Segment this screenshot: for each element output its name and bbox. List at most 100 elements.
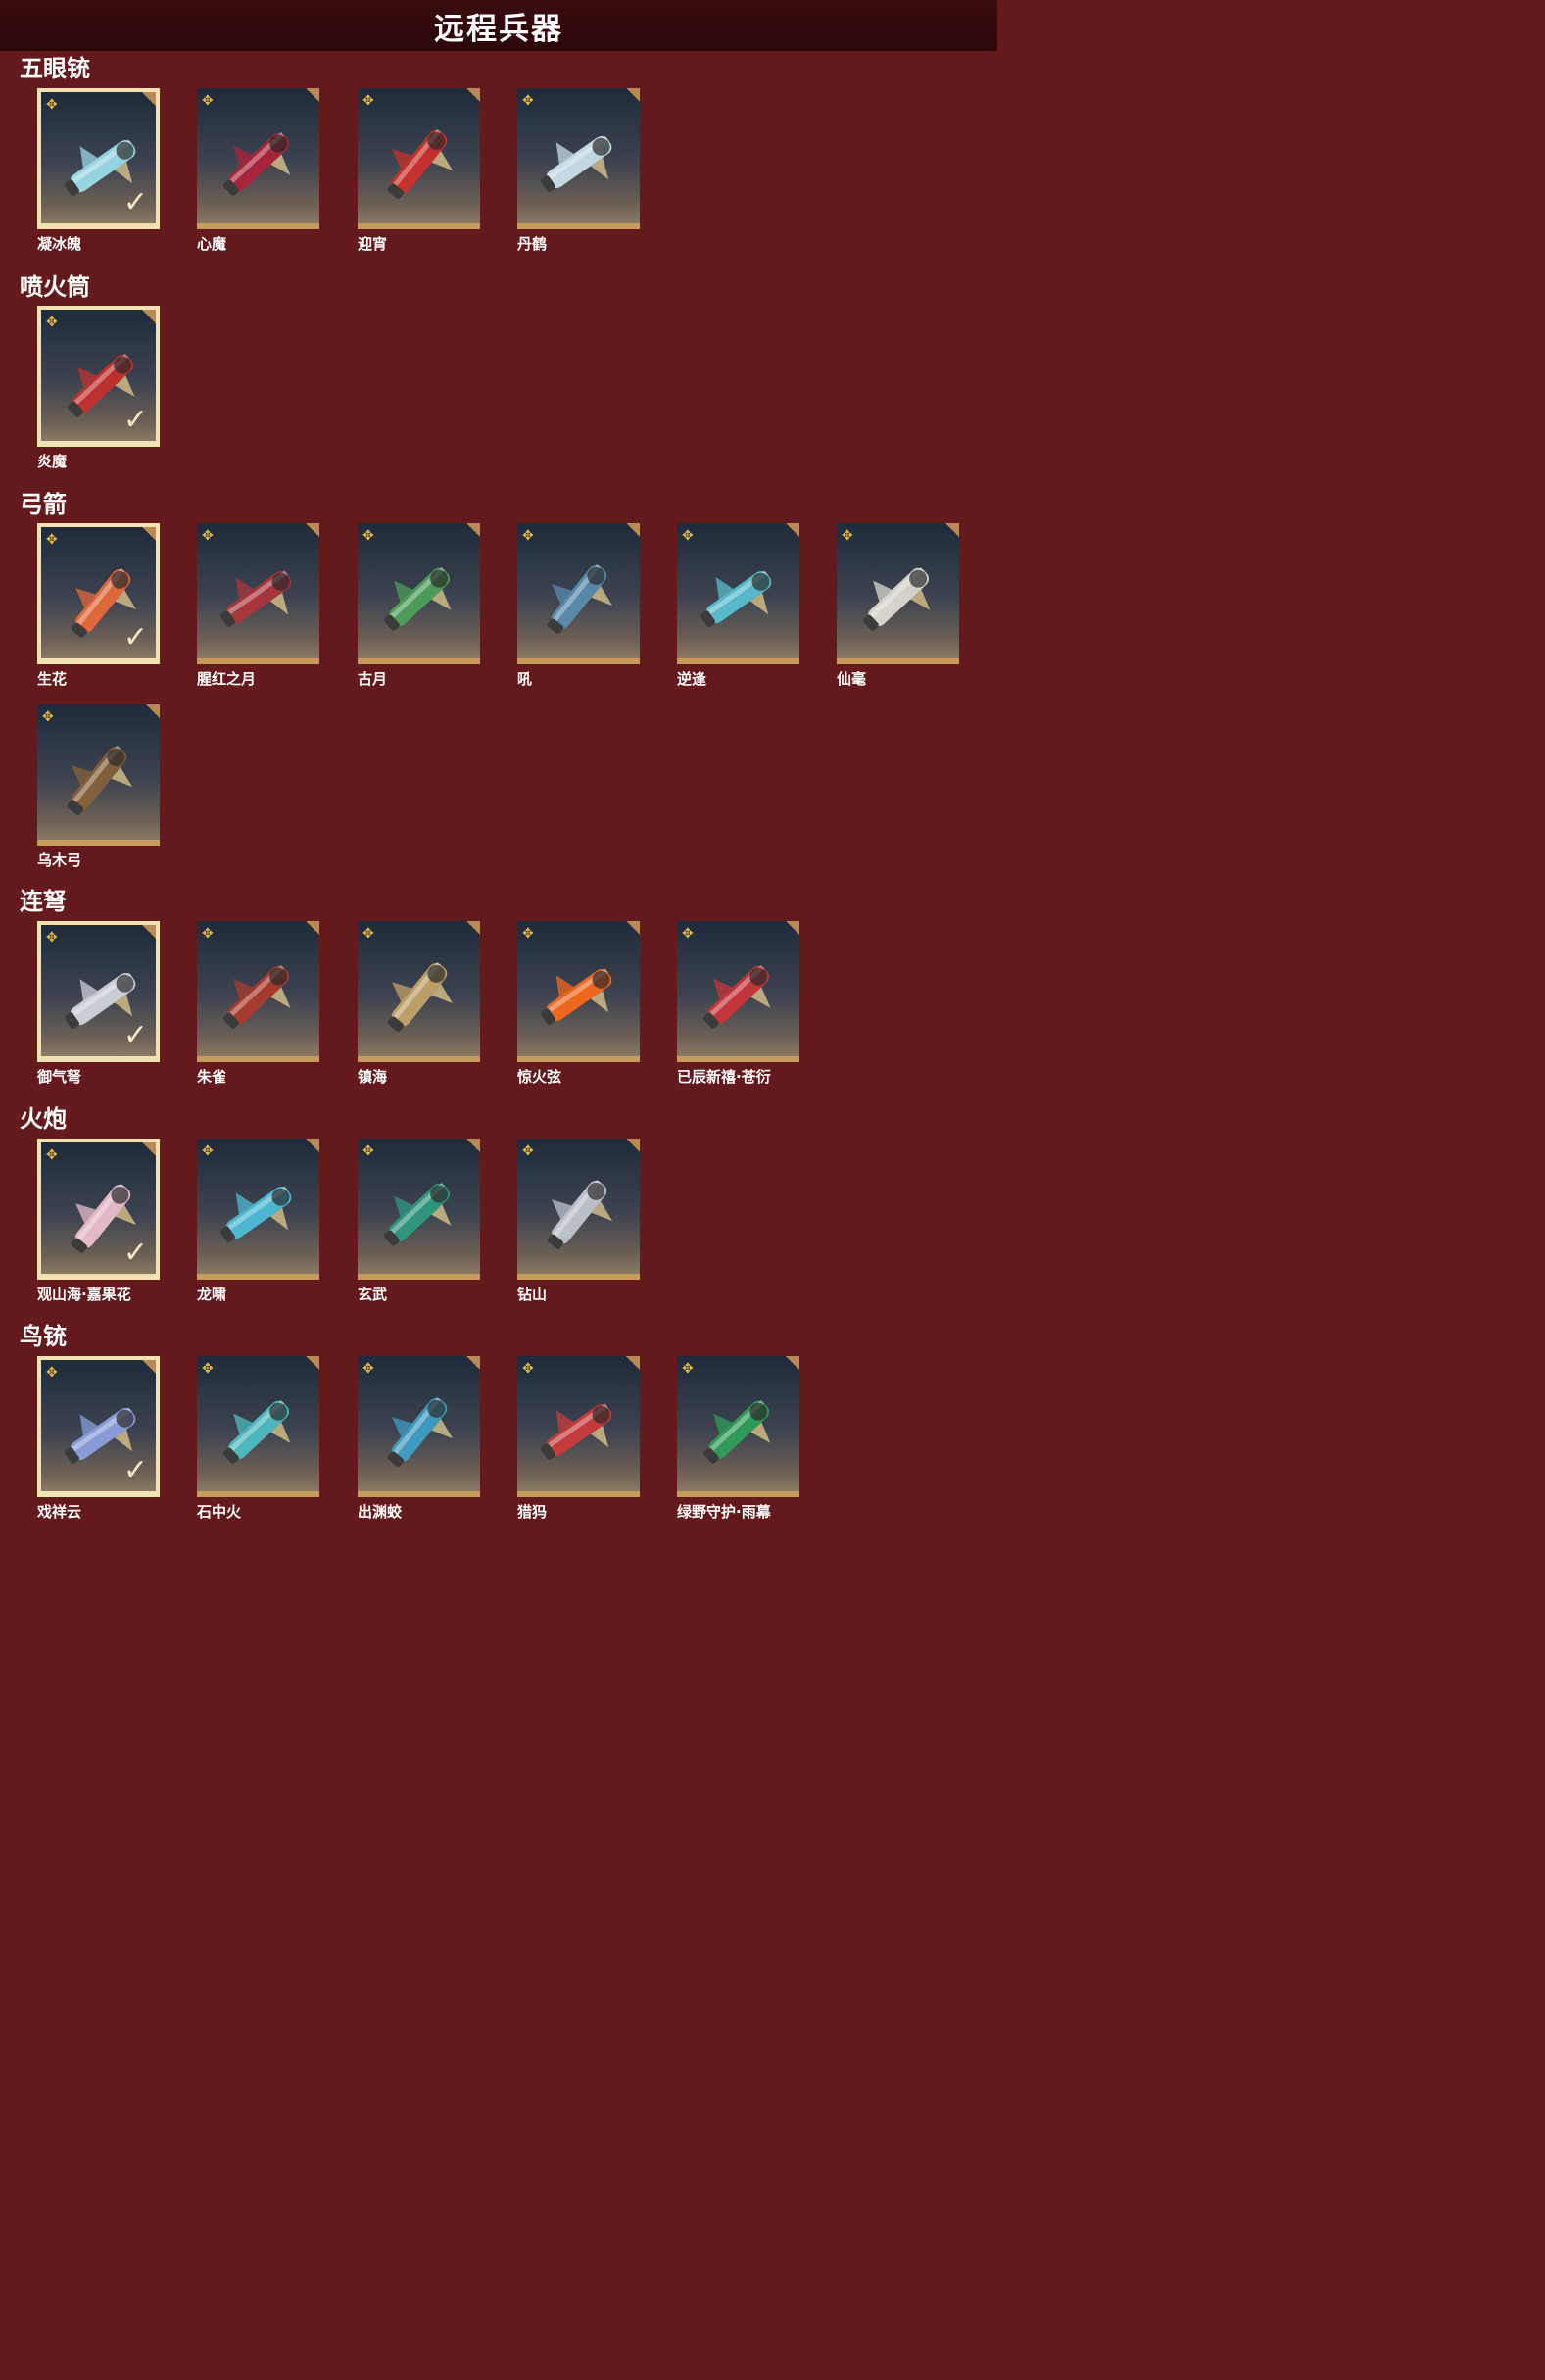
weapon-card[interactable]: ✥ ✓ (37, 523, 160, 664)
weapon-card[interactable]: ✥ ✓ (37, 921, 160, 1062)
weapon-card[interactable]: ✥ (837, 523, 959, 664)
weapon-card[interactable]: ✥ (517, 523, 640, 664)
corner-tab-icon (786, 921, 799, 935)
weapon-image (223, 1399, 291, 1464)
weapon-card[interactable]: ✥ (358, 1356, 480, 1497)
weapon-image (223, 964, 291, 1029)
weapon-tile[interactable]: ✥ 出渊蛟 (358, 1356, 480, 1523)
check-icon: ✓ (122, 1453, 148, 1487)
weapon-tile[interactable]: ✥ ✓ 炎魔 (37, 306, 160, 472)
weapon-tile[interactable]: ✥ ✓ 御气弩 (37, 921, 160, 1088)
corner-tab-icon (142, 92, 156, 106)
weapon-card[interactable]: ✥ (197, 921, 319, 1062)
weapon-image (703, 1399, 771, 1464)
weapon-tile[interactable]: ✥ 丹鹤 (517, 88, 640, 255)
weapon-image (540, 135, 612, 192)
weapon-name: 猎犸 (517, 1503, 548, 1521)
corner-tab-icon (466, 1139, 480, 1152)
weapon-image (387, 1396, 454, 1467)
weapon-tile[interactable]: ✥ 玄武 (358, 1139, 480, 1305)
star-badge-icon: ✥ (46, 930, 58, 946)
weapon-card[interactable]: ✥ (517, 88, 640, 229)
weapon-tile[interactable]: ✥ 腥红之月 (197, 523, 319, 690)
weapon-card[interactable]: ✥ (37, 704, 160, 846)
weapon-tile[interactable]: ✥ 迎宵 (358, 88, 480, 255)
weapon-tile[interactable]: ✥ 已辰新禧·苍衍 (677, 921, 799, 1088)
weapon-tile[interactable]: ✥ ✓ 观山海·嘉果花 (37, 1139, 160, 1305)
star-badge-icon: ✥ (202, 1361, 214, 1377)
weapon-tile[interactable]: ✥ 猎犸 (517, 1356, 640, 1523)
corner-tab-icon (306, 523, 319, 537)
weapon-tile[interactable]: ✥ 钻山 (517, 1139, 640, 1305)
weapon-card[interactable]: ✥ (358, 88, 480, 229)
weapon-card[interactable]: ✥ (358, 1139, 480, 1280)
weapon-name: 凝冰魄 (37, 235, 82, 253)
check-icon: ✓ (122, 1018, 148, 1052)
weapon-image (547, 1179, 613, 1249)
weapon-name: 仙毫 (837, 670, 867, 688)
weapon-tile[interactable]: ✥ 逆逢 (677, 523, 799, 690)
weapon-name: 观山海·嘉果花 (37, 1286, 131, 1303)
weapon-card[interactable]: ✥ (197, 1356, 319, 1497)
weapon-card[interactable]: ✥ (197, 1139, 319, 1280)
weapon-name: 生花 (37, 670, 68, 688)
weapon-image (540, 968, 612, 1025)
weapon-card[interactable]: ✥ (517, 1356, 640, 1497)
weapon-name: 古月 (358, 670, 388, 688)
corner-tab-icon (306, 88, 319, 102)
corner-tab-icon (626, 1139, 640, 1152)
corner-tab-icon (306, 1139, 319, 1152)
corner-tab-icon (142, 925, 156, 939)
corner-tab-icon (142, 1360, 156, 1374)
weapon-card[interactable]: ✥ (197, 88, 319, 229)
weapon-card[interactable]: ✥ (358, 523, 480, 664)
weapon-name: 朱雀 (197, 1068, 227, 1086)
weapon-card[interactable]: ✥ (677, 921, 799, 1062)
corner-tab-icon (626, 88, 640, 102)
weapon-tile[interactable]: ✥ ✓ 生花 (37, 523, 160, 690)
section-title: 连弩 (20, 888, 67, 915)
section-title: 喷火筒 (20, 273, 90, 301)
weapon-tile[interactable]: ✥ 石中火 (197, 1356, 319, 1523)
weapon-card[interactable]: ✥ ✓ (37, 1139, 160, 1280)
corner-tab-icon (466, 523, 480, 537)
weapon-name: 逆逢 (677, 670, 707, 688)
weapon-tile[interactable]: ✥ ✓ 凝冰魄 (37, 88, 160, 255)
corner-tab-icon (146, 704, 160, 718)
weapon-tile[interactable]: ✥ 古月 (358, 523, 480, 690)
weapon-tile[interactable]: ✥ 绿野守护·雨幕 (677, 1356, 799, 1523)
weapon-tile[interactable]: ✥ 乌木弓 (37, 704, 160, 871)
section-title: 鸟铳 (20, 1323, 67, 1350)
check-icon: ✓ (122, 620, 148, 655)
weapon-card[interactable]: ✥ ✓ (37, 306, 160, 447)
weapon-tile[interactable]: ✥ 惊火弦 (517, 921, 640, 1088)
weapon-tile[interactable]: ✥ 镇海 (358, 921, 480, 1088)
weapon-tile[interactable]: ✥ ✓ 戏祥云 (37, 1356, 160, 1523)
weapon-card[interactable]: ✥ (517, 1139, 640, 1280)
star-badge-icon: ✥ (682, 1361, 694, 1377)
weapon-tile[interactable]: ✥ 吼 (517, 523, 640, 690)
weapon-name: 龙啸 (197, 1286, 227, 1303)
weapon-card[interactable]: ✥ (197, 523, 319, 664)
star-badge-icon: ✥ (202, 528, 214, 544)
check-icon: ✓ (122, 403, 148, 437)
weapon-card[interactable]: ✥ (677, 1356, 799, 1497)
star-badge-icon: ✥ (46, 532, 58, 548)
weapon-card[interactable]: ✥ (677, 523, 799, 664)
weapon-tile[interactable]: ✥ 仙毫 (837, 523, 959, 690)
star-badge-icon: ✥ (46, 315, 58, 330)
weapon-tile[interactable]: ✥ 朱雀 (197, 921, 319, 1088)
weapon-card[interactable]: ✥ (517, 921, 640, 1062)
star-badge-icon: ✥ (46, 1365, 58, 1381)
star-badge-icon: ✥ (682, 926, 694, 942)
weapon-tile[interactable]: ✥ 龙啸 (197, 1139, 319, 1305)
weapon-image (384, 1182, 452, 1246)
weapon-name: 腥红之月 (197, 670, 257, 688)
weapon-card[interactable]: ✥ ✓ (37, 1356, 160, 1497)
weapon-image (223, 131, 291, 196)
weapon-tile[interactable]: ✥ 心魔 (197, 88, 319, 255)
weapon-card[interactable]: ✥ (358, 921, 480, 1062)
star-badge-icon: ✥ (362, 1143, 374, 1159)
weapon-card[interactable]: ✥ ✓ (37, 88, 160, 229)
star-badge-icon: ✥ (362, 93, 374, 109)
